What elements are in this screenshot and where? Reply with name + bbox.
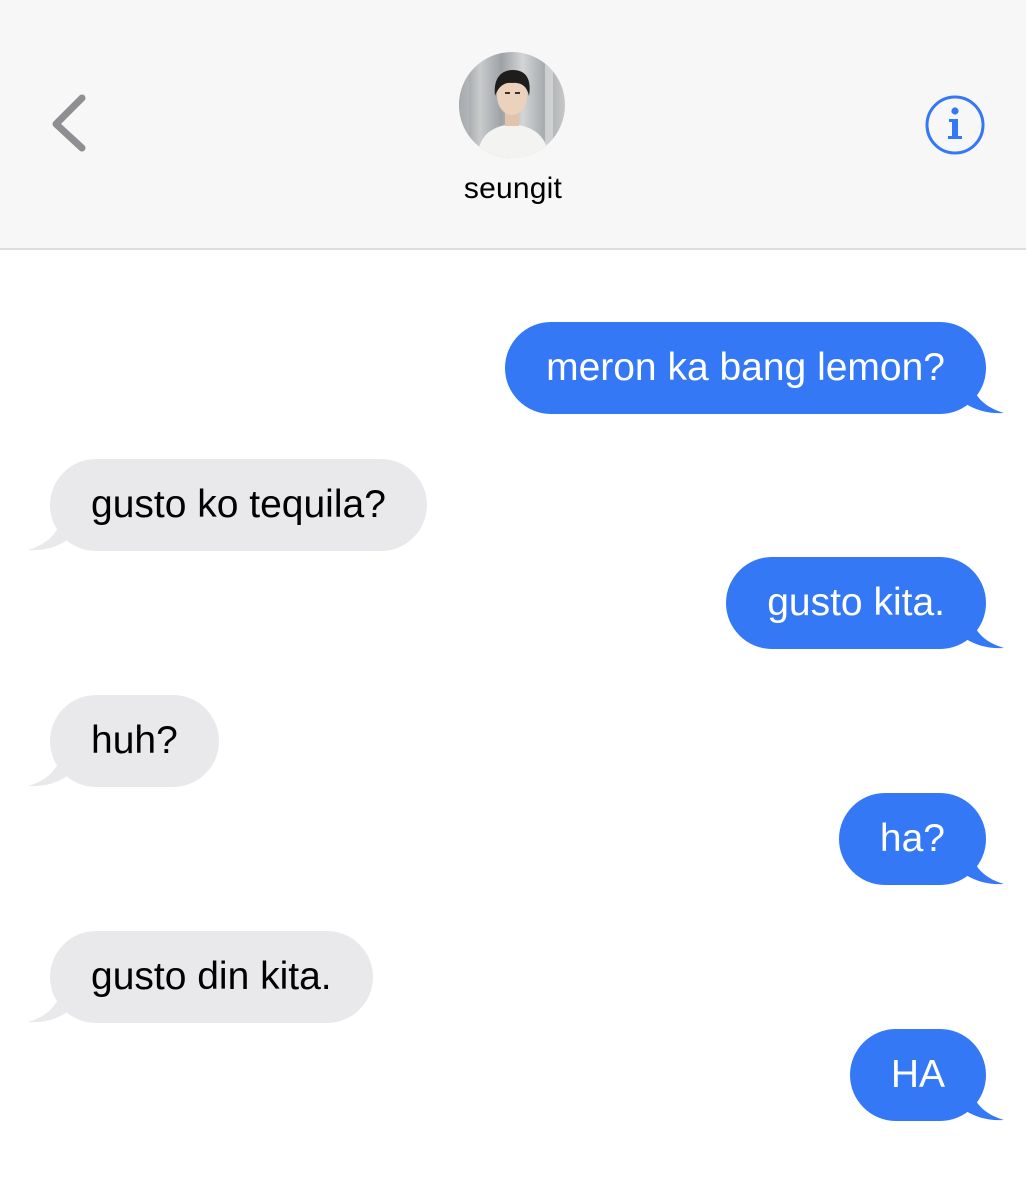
received-bubble[interactable]: gusto din kita. <box>50 931 373 1023</box>
sent-message: ha? <box>838 793 1004 885</box>
info-circle-icon <box>925 95 985 155</box>
received-bubble[interactable]: huh? <box>50 695 219 787</box>
back-button[interactable] <box>40 86 100 158</box>
sent-bubble[interactable]: ha? <box>838 793 986 885</box>
received-message: gusto ko tequila? <box>28 459 427 551</box>
received-message: huh? <box>28 695 219 787</box>
conversation-header: seungit <box>0 0 1026 250</box>
sent-bubble[interactable]: HA <box>849 1029 986 1121</box>
received-bubble[interactable]: gusto ko tequila? <box>50 459 427 551</box>
message-thread: meron ka bang lemon? gusto ko tequila? g… <box>0 250 1026 1200</box>
sent-bubble[interactable]: meron ka bang lemon? <box>505 322 986 414</box>
contact-avatar[interactable] <box>459 52 565 158</box>
chevron-left-icon <box>52 94 86 152</box>
sent-message: HA <box>849 1029 1004 1121</box>
info-button[interactable] <box>922 92 988 158</box>
sent-message: gusto kita. <box>726 557 1004 649</box>
sent-bubble[interactable]: gusto kita. <box>726 557 986 649</box>
sent-message: meron ka bang lemon? <box>505 322 1004 414</box>
received-message: gusto din kita. <box>28 931 373 1023</box>
avatar-photo <box>459 52 565 158</box>
contact-name[interactable]: seungit <box>0 172 1026 206</box>
